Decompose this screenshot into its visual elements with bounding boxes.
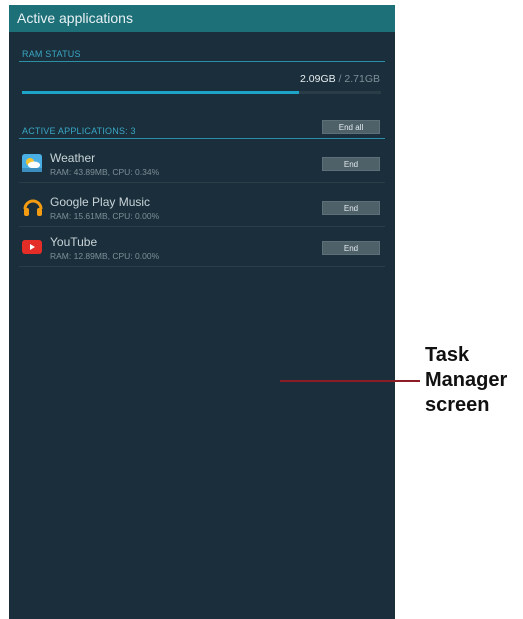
youtube-icon xyxy=(22,240,42,254)
title-bar: Active applications xyxy=(9,5,395,32)
ram-usage-bar xyxy=(22,91,381,94)
ram-status-label: RAM STATUS xyxy=(22,49,81,59)
end-all-button[interactable]: End all xyxy=(322,120,380,134)
app-name: YouTube xyxy=(50,235,98,249)
app-name: Weather xyxy=(50,151,96,165)
callout-label: Task Manager screen xyxy=(425,343,507,418)
app-name: Google Play Music xyxy=(50,195,151,209)
task-manager-screen: Active applications RAM STATUS 2.09GB / … xyxy=(9,5,395,619)
app-stats: RAM: 12.89MB, CPU: 0.00% xyxy=(50,251,160,261)
callout-line-1: Task xyxy=(425,344,470,366)
ram-status-header: RAM STATUS xyxy=(19,47,385,62)
callout-line-3: screen xyxy=(425,394,490,416)
headphones-icon xyxy=(22,196,43,216)
app-stats: RAM: 43.89MB, CPU: 0.34% xyxy=(50,167,160,177)
callout-line xyxy=(280,380,420,382)
end-google-play-music-button[interactable]: End xyxy=(322,201,380,215)
app-stats: RAM: 15.61MB, CPU: 0.00% xyxy=(50,211,160,221)
end-weather-button[interactable]: End xyxy=(322,157,380,171)
weather-icon xyxy=(22,154,42,172)
ram-total: 2.71GB xyxy=(344,73,380,85)
end-youtube-button[interactable]: End xyxy=(322,241,380,255)
app-row-google-play-music[interactable]: Google Play Music RAM: 15.61MB, CPU: 0.0… xyxy=(19,189,385,227)
ram-used: 2.09GB xyxy=(300,73,336,85)
ram-usage-readout: 2.09GB / 2.71GB xyxy=(300,73,380,85)
app-row-youtube[interactable]: YouTube RAM: 12.89MB, CPU: 0.00% End xyxy=(19,229,385,267)
ram-usage-bar-fill xyxy=(22,91,299,94)
callout-line-2: Manager xyxy=(425,369,508,391)
app-row-weather[interactable]: Weather RAM: 43.89MB, CPU: 0.34% End xyxy=(19,145,385,183)
active-applications-label: ACTIVE APPLICATIONS: 3 xyxy=(22,126,136,136)
window-title: Active applications xyxy=(17,10,133,26)
